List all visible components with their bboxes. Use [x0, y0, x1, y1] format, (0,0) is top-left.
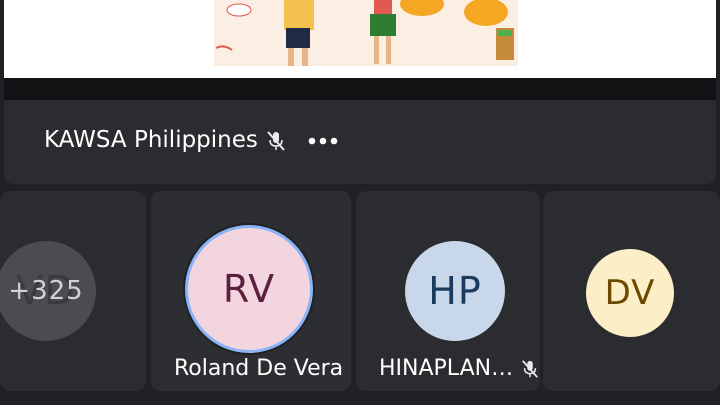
- mic-off-icon: [520, 358, 540, 380]
- participant-tile-roland[interactable]: RV Roland De Vera: [151, 191, 351, 391]
- participant-tile-hinaplan[interactable]: HP HINAPLAN…: [356, 191, 540, 391]
- shared-screen: [4, 0, 716, 78]
- presenter-name: KAWSA Philippines: [44, 127, 258, 153]
- participant-name: Roland De Vera: [174, 356, 344, 381]
- avatar: RV: [188, 228, 310, 350]
- avatar: DV: [586, 249, 674, 337]
- avatar: VD +325: [0, 241, 96, 341]
- participant-name-wrap: HINAPLAN…: [379, 356, 540, 381]
- avatar-initials: HP: [428, 269, 482, 313]
- avatar-initials: DV: [604, 273, 656, 313]
- participant-name: HINAPLAN…: [379, 356, 514, 381]
- presenter-label: KAWSA Philippines: [44, 127, 287, 153]
- shared-illustration: [214, 0, 518, 66]
- more-horiz-icon[interactable]: [305, 124, 341, 158]
- avatar: HP: [405, 241, 505, 341]
- overflow-count: +325: [8, 276, 84, 306]
- participant-tile-overflow[interactable]: VD +325: [0, 191, 146, 391]
- participant-tile-dv[interactable]: DV: [543, 191, 720, 391]
- mic-off-icon: [265, 129, 287, 153]
- avatar-initials: RV: [222, 267, 276, 311]
- shared-screen-footer: [4, 78, 716, 100]
